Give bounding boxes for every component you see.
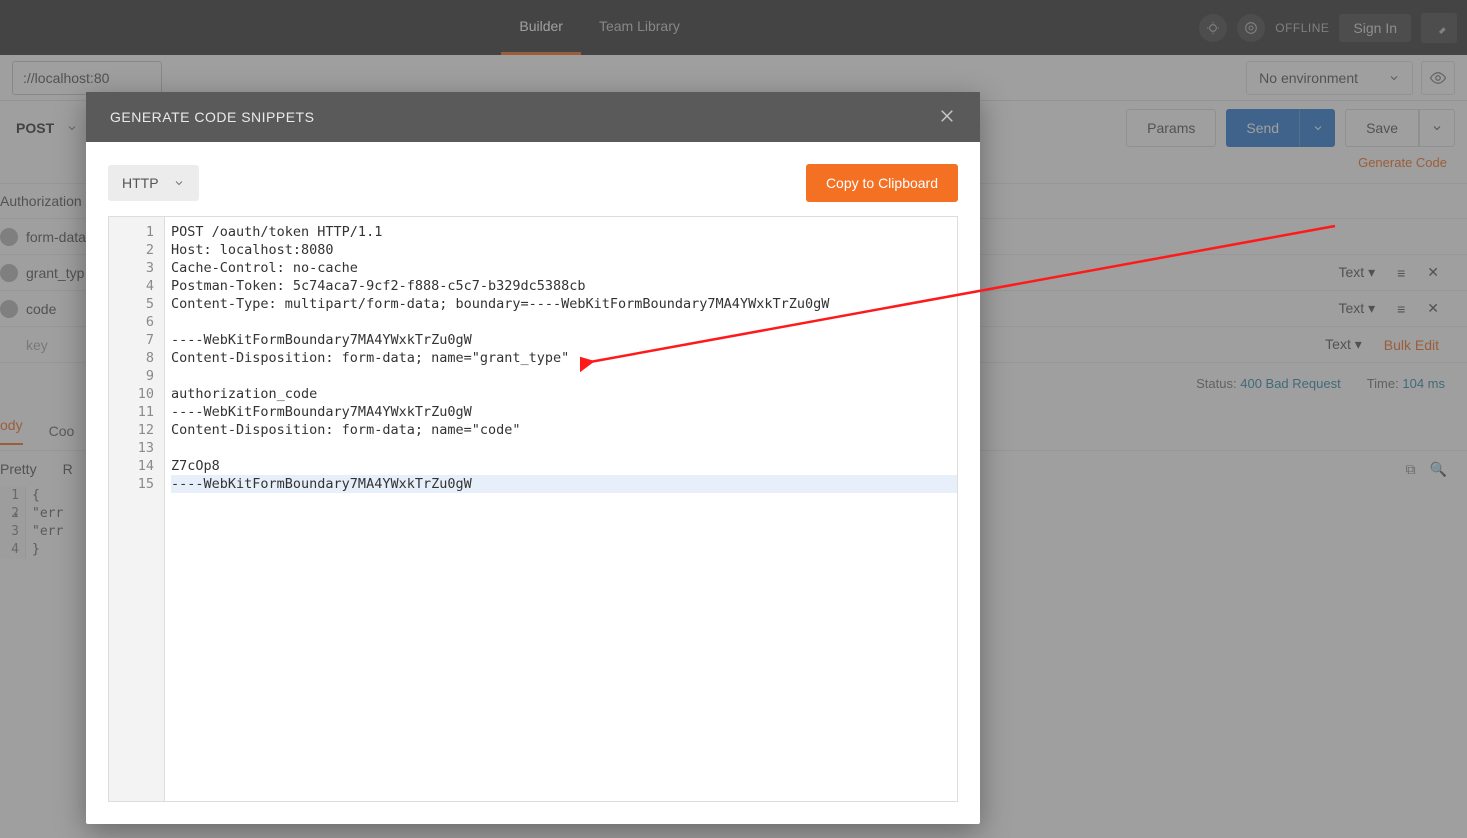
code-line (171, 439, 957, 457)
code-line (171, 313, 957, 331)
modal-body: HTTP Copy to Clipboard 12345678 91011121… (86, 142, 980, 824)
code-gutter: 12345678 9101112131415 (109, 217, 165, 801)
modal-header: GENERATE CODE SNIPPETS (86, 92, 980, 142)
code-line: Content-Type: multipart/form-data; bound… (171, 295, 957, 313)
code-line: Content-Disposition: form-data; name="gr… (171, 349, 957, 367)
code-line: Cache-Control: no-cache (171, 259, 957, 277)
code-line: Host: localhost:8080 (171, 241, 957, 259)
copy-to-clipboard-button[interactable]: Copy to Clipboard (806, 164, 958, 202)
code-line: ----WebKitFormBoundary7MA4YWxkTrZu0gW (171, 475, 957, 493)
chevron-down-icon (173, 177, 185, 189)
code-lines: POST /oauth/token HTTP/1.1 Host: localho… (165, 217, 957, 801)
language-select[interactable]: HTTP (108, 165, 199, 201)
language-select-label: HTTP (122, 175, 159, 191)
code-line: Postman-Token: 5c74aca7-9cf2-f888-c5c7-b… (171, 277, 957, 295)
code-line: authorization_code (171, 385, 957, 403)
code-line: Z7cOp8 (171, 457, 957, 475)
code-line: ----WebKitFormBoundary7MA4YWxkTrZu0gW (171, 403, 957, 421)
generate-code-modal: GENERATE CODE SNIPPETS HTTP Copy to Clip… (86, 92, 980, 824)
code-snippet-box[interactable]: 12345678 9101112131415 POST /oauth/token… (108, 216, 958, 802)
code-line: POST /oauth/token HTTP/1.1 (171, 223, 957, 241)
close-icon[interactable] (938, 107, 956, 128)
code-line: Content-Disposition: form-data; name="co… (171, 421, 957, 439)
modal-title: GENERATE CODE SNIPPETS (110, 109, 314, 125)
modal-toolbar: HTTP Copy to Clipboard (108, 164, 958, 202)
code-line: ----WebKitFormBoundary7MA4YWxkTrZu0gW (171, 331, 957, 349)
code-line (171, 367, 957, 385)
